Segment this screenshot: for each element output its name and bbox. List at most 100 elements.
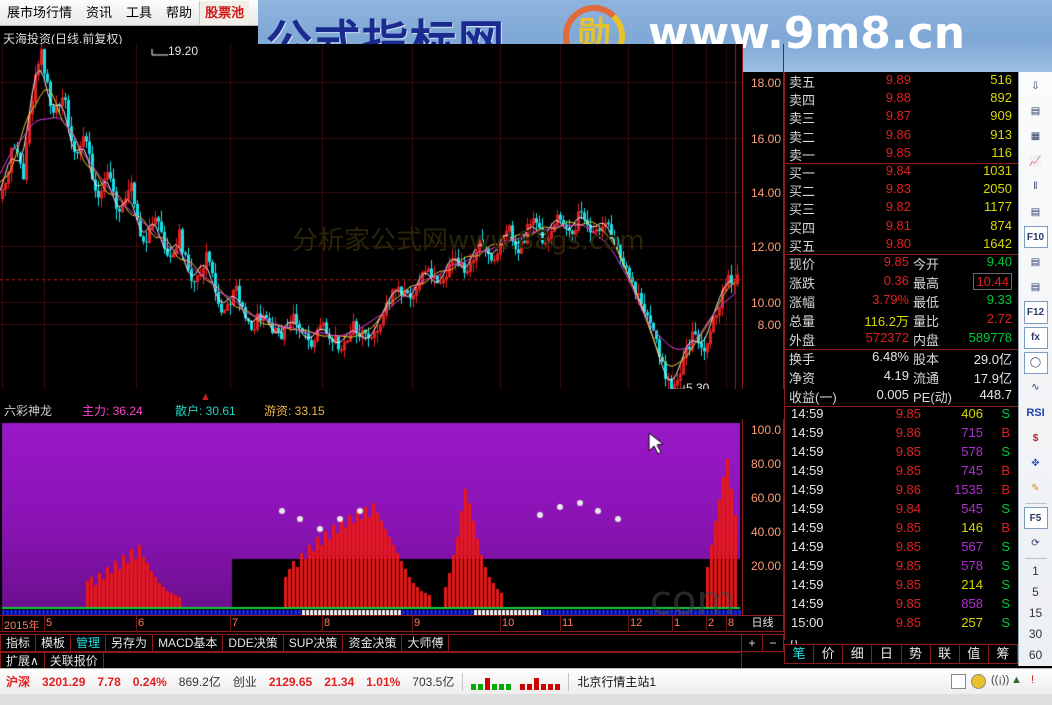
rsi-icon[interactable]: RSI: [1024, 402, 1048, 424]
tab-row-filler: [449, 634, 742, 652]
bid-row[interactable]: 买一9.841031: [785, 163, 1018, 181]
date-axis-tick-10: 2: [708, 617, 714, 629]
alert-icon[interactable]: !: [1031, 674, 1046, 689]
zoom-controls[interactable]: + −: [742, 634, 784, 652]
ask-row[interactable]: 卖三9.87909: [785, 108, 1018, 126]
stat-value-right: 29.0亿: [974, 349, 1012, 368]
f5-icon[interactable]: F5: [1024, 507, 1048, 529]
indicator-tab-0[interactable]: 指标: [0, 634, 36, 652]
antenna-icon[interactable]: ((¡)): [991, 674, 1006, 689]
move-icon[interactable]: ✥: [1024, 452, 1048, 474]
zoom-out-button[interactable]: −: [763, 634, 784, 652]
date-axis-tick-11: 8: [728, 617, 734, 629]
tick-row[interactable]: 14:599.85745B: [785, 463, 1018, 482]
quote-tab-值[interactable]: 值: [960, 644, 989, 664]
indicator-chart[interactable]: [0, 419, 742, 615]
window-icon[interactable]: [951, 674, 966, 689]
pencil-icon[interactable]: ✎: [1024, 477, 1048, 499]
bid-row[interactable]: 买三9.821177: [785, 199, 1018, 217]
tick-row[interactable]: 14:599.85567S: [785, 539, 1018, 558]
quote-tab-势[interactable]: 势: [902, 644, 931, 664]
tick-time: 14:59: [791, 558, 824, 573]
period-button-30[interactable]: 30: [1024, 624, 1048, 645]
indicator-tab-2[interactable]: 管理: [71, 634, 106, 652]
menu-item-3[interactable]: 帮助: [159, 1, 199, 25]
candlestick-icon[interactable]: ‖: [1024, 176, 1048, 198]
period-button-1[interactable]: 1: [1024, 561, 1048, 582]
indicator-tab-7[interactable]: 资金决策: [343, 634, 402, 652]
bid-row[interactable]: 买五9.801642: [785, 236, 1018, 254]
ask-price: 9.87: [863, 108, 911, 123]
download-arrow-icon[interactable]: ⇩: [1024, 76, 1048, 98]
coin-icon[interactable]: [971, 674, 986, 689]
indicator-tab-5[interactable]: DDE决策: [223, 634, 283, 652]
window-list-icon[interactable]: ▤: [1024, 201, 1048, 223]
menu-item-4[interactable]: 股票池: [199, 1, 249, 25]
money-icon[interactable]: $: [1024, 427, 1048, 449]
stat-value-left: 3.79%: [841, 292, 909, 307]
tick-row[interactable]: 14:599.85146B: [785, 520, 1018, 539]
ask-row[interactable]: 卖五9.89516: [785, 72, 1018, 90]
tick-row[interactable]: 14:599.85578S: [785, 558, 1018, 577]
quote-tab-联[interactable]: 联: [931, 644, 960, 664]
tick-row[interactable]: 15:009.85257S: [785, 615, 1018, 634]
ask-row[interactable]: 卖一9.85116: [785, 145, 1018, 163]
up-arrow-icon[interactable]: ▲: [1011, 674, 1026, 689]
date-axis-tick-1: 5: [46, 617, 52, 629]
date-axis-gridline-11: [726, 616, 727, 632]
line-chart-icon[interactable]: 📈: [1024, 151, 1048, 173]
bid-volume: 2050: [983, 181, 1012, 196]
formula-fx-icon[interactable]: fx: [1024, 327, 1048, 349]
company-info-icon[interactable]: ▤: [1024, 251, 1048, 273]
quote-tab-筹[interactable]: 筹: [989, 644, 1018, 664]
ask-volume: 892: [990, 90, 1012, 105]
period-label[interactable]: 日线: [742, 615, 784, 632]
tick-direction: S: [1001, 615, 1010, 630]
period-button-5[interactable]: 5: [1024, 582, 1048, 603]
stat-value-right: 10.44: [973, 273, 1012, 290]
tick-row[interactable]: 14:599.86715B: [785, 425, 1018, 444]
indicator-tab-1[interactable]: 模板: [36, 634, 71, 652]
menu-item-1[interactable]: 资讯: [79, 1, 119, 25]
indicator-tab-row-1: 指标模板管理另存为MACD基本DDE决策SUP决策资金决策大师傅: [0, 634, 742, 652]
period-button-15[interactable]: 15: [1024, 603, 1048, 624]
tick-volume: 545: [935, 501, 983, 516]
indicator-tab-3[interactable]: 另存为: [106, 634, 153, 652]
circle-icon[interactable]: ◯: [1024, 352, 1048, 374]
quote-tab-日[interactable]: 日: [872, 644, 901, 664]
stat-label-left: 总量: [789, 311, 815, 330]
tick-row[interactable]: 14:599.85406S: [785, 406, 1018, 425]
menu-item-2[interactable]: 工具: [119, 1, 159, 25]
price-chart[interactable]: 分析家公式网www.88gs.com 19.20 5.30 侧涨: [0, 44, 742, 389]
indicator-tab-6[interactable]: SUP决策: [284, 634, 344, 652]
tick-row[interactable]: 14:599.85214S: [785, 577, 1018, 596]
report-list-icon[interactable]: ▤: [1024, 101, 1048, 123]
indicator-chart-canvas[interactable]: [0, 419, 742, 615]
ask-row[interactable]: 卖四9.88892: [785, 90, 1018, 108]
quote-tab-价[interactable]: 价: [814, 644, 843, 664]
price-chart-canvas[interactable]: [0, 44, 742, 389]
tick-volume: 745: [935, 463, 983, 478]
quote-tab-细[interactable]: 细: [843, 644, 872, 664]
indicator-tab-4[interactable]: MACD基本: [153, 634, 223, 652]
notes-icon[interactable]: ▤: [1024, 276, 1048, 298]
ask-row[interactable]: 卖二9.86913: [785, 127, 1018, 145]
quote-tab-笔[interactable]: 笔: [784, 644, 814, 664]
bid-row[interactable]: 买二9.832050: [785, 181, 1018, 199]
tick-row[interactable]: 14:599.85858S: [785, 596, 1018, 615]
bid-row[interactable]: 买四9.81874: [785, 218, 1018, 236]
zoom-in-button[interactable]: +: [742, 634, 763, 652]
stat-label-right: PE(动): [913, 387, 952, 406]
wave-icon[interactable]: ∿: [1024, 377, 1048, 399]
refresh-icon[interactable]: ⟳: [1024, 532, 1048, 554]
tick-row[interactable]: 14:599.85578S: [785, 444, 1018, 463]
tick-row[interactable]: 14:599.861535B: [785, 482, 1018, 501]
indicator-tab-8[interactable]: 大师傅: [402, 634, 449, 652]
f10-icon[interactable]: F10: [1024, 226, 1048, 248]
f12-icon[interactable]: F12: [1024, 301, 1048, 323]
period-button-60[interactable]: 60: [1024, 645, 1048, 666]
grid-table-icon[interactable]: ▦: [1024, 126, 1048, 148]
tick-row[interactable]: 14:599.84545S: [785, 501, 1018, 520]
menu-item-0[interactable]: 展市场行情: [0, 1, 79, 25]
right-toolbar: ⇩▤▦📈‖▤F10▤▤F12fx◯∿RSI$✥✎F5⟳15153060: [1018, 72, 1052, 666]
